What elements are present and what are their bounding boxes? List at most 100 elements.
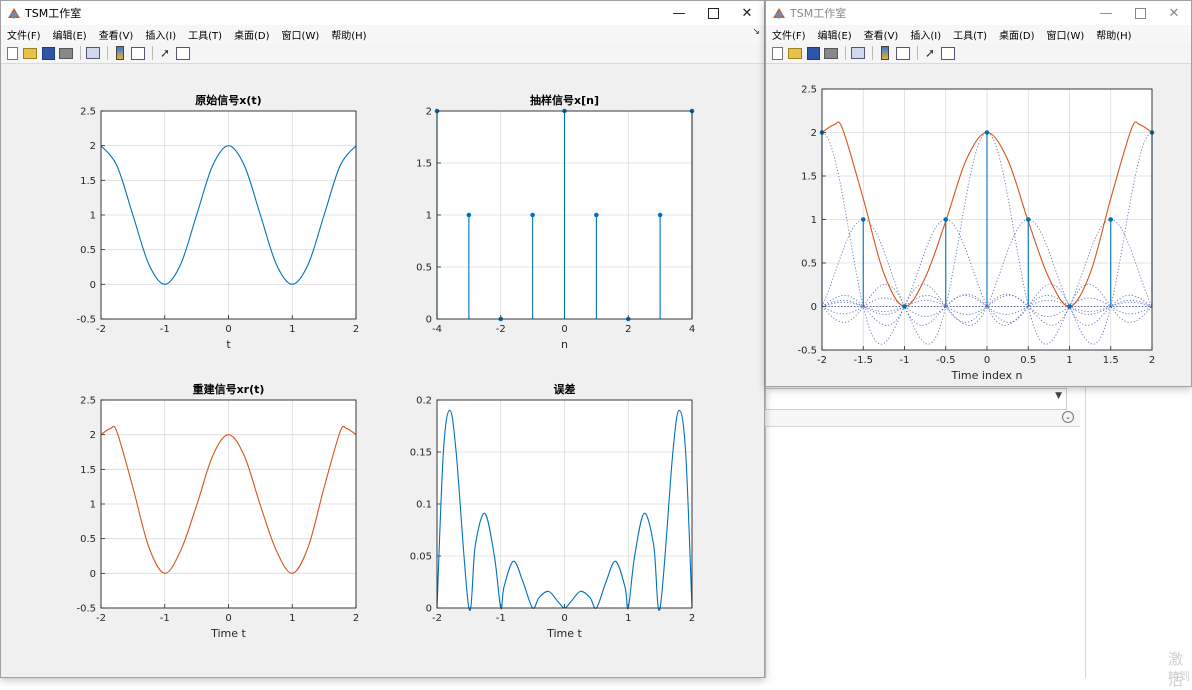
print-button[interactable] — [823, 45, 839, 61]
save-button[interactable] — [40, 45, 56, 61]
dock-arrow-icon[interactable]: ↘ — [752, 27, 760, 37]
x-tick-label: 0 — [225, 613, 231, 624]
x-tick-label: -1.5 — [853, 355, 873, 366]
x-axis-label: Time t — [210, 627, 246, 640]
background-dropdown[interactable]: ▼ — [765, 388, 1067, 410]
y-tick-label: 0.5 — [801, 259, 817, 270]
property-inspector-button[interactable] — [940, 45, 956, 61]
x-axis-label: Time index n — [951, 369, 1023, 382]
save-button[interactable] — [805, 45, 821, 61]
maximize-icon — [707, 7, 719, 19]
figure-canvas[interactable]: -2 -1 0 1 2-0.500.511.522.5原始信号x(t)t-4 -2 0 2 40… — [1, 64, 764, 674]
stem-marker — [943, 217, 949, 222]
menu-desktop[interactable]: 桌面(D) — [228, 27, 276, 42]
background-section-header: ⌄ — [765, 410, 1080, 427]
minimize-icon: — — [672, 5, 686, 21]
figure-window-1: TSM工作室 — ✕ 文件(F) 编辑(E) 查看(V) 插入(I) 工具(T)… — [0, 0, 765, 678]
x-tick-label: 2 — [625, 324, 631, 335]
menu-window[interactable]: 窗口(W) — [276, 27, 326, 42]
x-tick-label: 2 — [353, 613, 359, 624]
x-tick-label: -1 — [160, 613, 170, 624]
toolbar-separator — [872, 46, 873, 60]
close-icon: ✕ — [1168, 5, 1180, 21]
print-button[interactable] — [58, 45, 74, 61]
subplot-1: -2 -1 0 1 2 -0.5 0 0.5 1 1.5 2 2.5 原始信号x(t) t — [76, 93, 359, 351]
menu-edit[interactable]: 编辑(E) — [812, 27, 858, 42]
legend-button[interactable] — [130, 45, 146, 61]
y-tick-label: 2 — [90, 141, 96, 152]
menu-view[interactable]: 查看(V) — [858, 27, 905, 42]
x-tick-label: 2 — [689, 613, 695, 624]
edit-plot-button[interactable]: ➚ — [922, 45, 938, 61]
y-tick-label: -0.5 — [76, 604, 96, 615]
edit-plot-button[interactable]: ➚ — [157, 45, 173, 61]
menu-help[interactable]: 帮助(H) — [1090, 27, 1137, 42]
new-figure-button[interactable] — [4, 45, 20, 61]
title-bar[interactable]: TSM工作室 — ✕ — [1, 1, 764, 25]
menu-tools[interactable]: 工具(T) — [182, 27, 228, 42]
print-icon — [59, 47, 73, 59]
edit-plot-arrow-icon: ➚ — [159, 46, 171, 60]
chart-title: 误差 — [554, 382, 576, 396]
x-axis-label: Time t — [546, 627, 582, 640]
close-button[interactable]: ✕ — [1157, 1, 1191, 25]
stem-marker — [657, 212, 663, 218]
menu-bar: 文件(F) 编辑(E) 查看(V) 插入(I) 工具(T) 桌面(D) 窗口(W… — [766, 25, 1191, 43]
y-tick-label: 2 — [811, 128, 817, 139]
minimize-button[interactable]: — — [1089, 1, 1123, 25]
open-file-button[interactable] — [787, 45, 803, 61]
menu-insert[interactable]: 插入(I) — [904, 27, 947, 42]
x-tick-label: -2 — [496, 324, 506, 335]
y-tick-label: 1 — [811, 215, 817, 226]
menu-help[interactable]: 帮助(H) — [325, 27, 372, 42]
expand-circle-icon[interactable]: ⌄ — [1062, 411, 1074, 423]
stem-marker — [530, 212, 535, 218]
menu-file[interactable]: 文件(F) — [1, 27, 47, 42]
menu-tools[interactable]: 工具(T) — [947, 27, 993, 42]
colorbar-button[interactable] — [877, 45, 893, 61]
menu-window[interactable]: 窗口(W) — [1041, 27, 1091, 42]
link-plot-button[interactable] — [850, 45, 866, 61]
y-tick-label: 1.5 — [416, 159, 432, 170]
open-file-button[interactable] — [22, 45, 38, 61]
x-axis-label: n — [561, 338, 568, 351]
y-tick-label: 1.5 — [801, 172, 817, 183]
menu-desktop[interactable]: 桌面(D) — [993, 27, 1041, 42]
y-tick-label: 1 — [426, 211, 432, 222]
colorbar-button[interactable] — [112, 45, 128, 61]
close-icon: ✕ — [741, 5, 753, 21]
menu-view[interactable]: 查看(V) — [93, 27, 140, 42]
x-tick-label: 1 — [289, 613, 295, 624]
property-inspector-button[interactable] — [175, 45, 191, 61]
matlab-icon — [8, 7, 20, 19]
new-figure-button[interactable] — [769, 45, 785, 61]
x-tick-label: -2 — [96, 613, 106, 624]
x-tick-label: 0 — [561, 324, 567, 335]
toolbar-separator — [845, 46, 846, 60]
new-figure-icon — [6, 46, 18, 60]
x-axis-label: t — [226, 338, 231, 351]
link-plot-button[interactable] — [85, 45, 101, 61]
menu-insert[interactable]: 插入(I) — [139, 27, 182, 42]
menu-file[interactable]: 文件(F) — [766, 27, 812, 42]
edit-plot-arrow-icon: ➚ — [924, 46, 936, 60]
watermark-text-2: 转到 — [1168, 670, 1190, 683]
maximize-button[interactable] — [1123, 1, 1157, 25]
minimize-button[interactable]: — — [662, 1, 696, 25]
subplot-5: -2 -1.5 -1 -0.5 0 0.5 1 1.5 2 -0.5 0 0.5 1 1.5 2 2.5 Tim… — [797, 85, 1155, 383]
y-tick-label: 0.5 — [80, 534, 96, 545]
figure-canvas[interactable]: -2 -1.5 -1 -0.5 0 0.5 1 1.5 2 -0.5 0 0.5 1 1.5 2 2.5 Tim… — [766, 64, 1191, 384]
legend-button[interactable] — [895, 45, 911, 61]
x-tick-label: -2 — [96, 324, 106, 335]
link-plot-icon — [851, 47, 865, 59]
menu-edit[interactable]: 编辑(E) — [47, 27, 93, 42]
chart-title: 原始信号x(t) — [195, 93, 261, 107]
title-bar[interactable]: TSM工作室 — ✕ — [766, 1, 1191, 25]
stem-marker — [984, 130, 990, 135]
close-button[interactable]: ✕ — [730, 1, 764, 25]
x-tick-label: 2 — [353, 324, 359, 335]
chevron-down-icon[interactable]: ▼ — [1055, 391, 1062, 401]
chart-title: 抽样信号x[n] — [530, 93, 599, 107]
x-tick-label: -2 — [817, 355, 827, 366]
maximize-button[interactable] — [696, 1, 730, 25]
